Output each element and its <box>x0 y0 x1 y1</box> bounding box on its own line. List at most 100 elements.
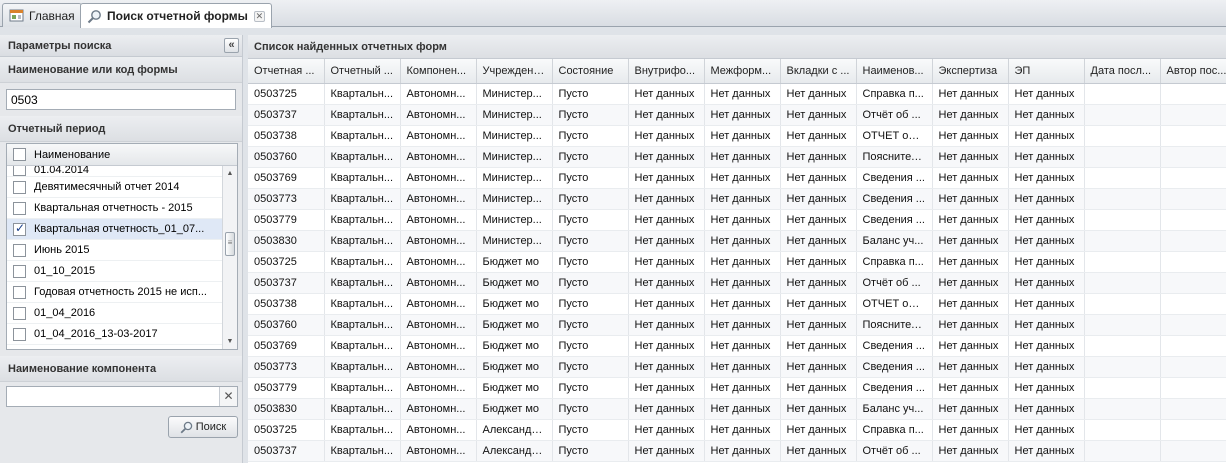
form-name-field[interactable] <box>6 89 236 110</box>
table-row[interactable]: 0503737 Квартальн... Автономн... Министер..… <box>248 104 1226 126</box>
period-item[interactable]: 01.04.2014 <box>7 166 224 177</box>
table-row[interactable]: 0503738 Квартальн... Автономн... Бюджет мо П… <box>248 293 1226 315</box>
table-cell: ОТЧЕТ об ... <box>856 293 933 315</box>
table-cell: Министер... <box>476 146 553 168</box>
form-name-input[interactable] <box>11 92 231 107</box>
table-cell: Квартальн... <box>324 272 401 294</box>
column-header[interactable]: Учреждение <box>476 59 553 84</box>
component-input[interactable] <box>11 389 211 404</box>
scroll-thumb[interactable]: ≡ <box>225 232 235 256</box>
period-checkbox[interactable] <box>13 285 26 299</box>
close-icon[interactable]: ✕ <box>253 10 265 22</box>
table-row[interactable]: 0503725 Квартальн... Автономн... Александр.… <box>248 419 1226 441</box>
period-item[interactable]: Годовая отчетность 2015 не исп... <box>7 282 224 303</box>
table-cell: Нет данных <box>704 251 781 273</box>
period-checkbox[interactable] <box>13 327 26 341</box>
table-cell: Нет данных <box>1008 104 1085 126</box>
table-cell <box>1084 251 1161 273</box>
table-cell: 0503830 <box>248 230 325 252</box>
table-cell: Нет данных <box>780 146 857 168</box>
tab-home[interactable]: Главная <box>2 3 82 27</box>
table-row[interactable]: 0503725 Квартальн... Автономн... Бюджет мо П… <box>248 251 1226 273</box>
period-checkbox[interactable] <box>13 243 26 257</box>
component-field[interactable]: ✕ <box>6 386 238 407</box>
scroll-up-icon[interactable]: ▲ <box>223 166 237 181</box>
period-item[interactable]: 01_04_2016_13-03-2017 <box>7 324 224 345</box>
table-cell: Нет данных <box>1008 146 1085 168</box>
table-cell: Нет данных <box>704 104 781 126</box>
column-header[interactable]: Межформ... <box>704 59 781 84</box>
table-cell: Сведения ... <box>856 167 933 189</box>
period-checkbox[interactable] <box>13 201 26 215</box>
table-cell <box>1160 314 1226 336</box>
column-header[interactable]: Наименов... <box>856 59 933 84</box>
period-column-header[interactable]: Наименование <box>34 149 110 161</box>
column-header[interactable]: Состояние <box>552 59 629 84</box>
table-cell: Нет данных <box>704 293 781 315</box>
table-cell: Автономн... <box>400 398 477 420</box>
search-button[interactable]: Поиск <box>168 416 238 438</box>
table-cell: Автономн... <box>400 440 477 462</box>
column-header[interactable]: Экспертиза <box>932 59 1009 84</box>
table-cell: Квартальн... <box>324 377 401 399</box>
column-header[interactable]: Внутрифо... <box>628 59 705 84</box>
column-header[interactable]: Дата посл... <box>1084 59 1161 84</box>
period-label: Девятимесячный отчет 2014 <box>34 181 180 193</box>
table-row[interactable]: 0503773 Квартальн... Автономн... Министер..… <box>248 188 1226 210</box>
period-item[interactable]: Июнь 2015 <box>7 240 224 261</box>
column-header[interactable]: Отчетная ... <box>248 59 325 84</box>
period-checkbox[interactable] <box>13 306 26 320</box>
tab-report-search[interactable]: Поиск отчетной формы ✕ <box>80 3 272 28</box>
table-row[interactable]: 0503737 Квартальн... Автономн... Александр.… <box>248 440 1226 462</box>
select-all-checkbox[interactable] <box>13 148 26 161</box>
table-cell <box>1084 272 1161 294</box>
table-cell <box>1160 83 1226 105</box>
table-row[interactable]: 0503769 Квартальн... Автономн... Министер..… <box>248 167 1226 189</box>
period-item[interactable]: 01_04_2016 <box>7 303 224 324</box>
period-checkbox[interactable] <box>13 221 26 236</box>
table-row[interactable]: 0503737 Квартальн... Автономн... Бюджет мо П… <box>248 272 1226 294</box>
column-header[interactable]: Автор пос... <box>1160 59 1226 84</box>
table-cell: Нет данных <box>628 188 705 210</box>
table-cell: Нет данных <box>704 314 781 336</box>
table-cell: Нет данных <box>628 146 705 168</box>
period-label: Квартальная отчетность - 2015 <box>34 202 193 214</box>
column-header[interactable]: Компонен... <box>400 59 477 84</box>
period-item[interactable]: Квартальная отчетность - 2015 <box>7 198 224 219</box>
table-cell: Нет данных <box>932 440 1009 462</box>
table-cell: Квартальн... <box>324 356 401 378</box>
period-checkbox[interactable] <box>13 166 26 176</box>
period-checkbox[interactable] <box>13 180 26 194</box>
table-cell: Автономн... <box>400 293 477 315</box>
scroll-down-icon[interactable]: ▼ <box>223 334 237 349</box>
period-label: 01_10_2015 <box>34 265 96 277</box>
table-cell: 0503760 <box>248 314 325 336</box>
period-item[interactable]: Квартальная отчетность_01_07... <box>7 219 224 240</box>
table-cell: Нет данных <box>1008 125 1085 147</box>
table-cell: 0503773 <box>248 356 325 378</box>
table-row[interactable]: 0503760 Квартальн... Автономн... Бюджет мо П… <box>248 314 1226 336</box>
table-cell <box>1084 335 1161 357</box>
table-row[interactable]: 0503773 Квартальн... Автономн... Бюджет мо П… <box>248 356 1226 378</box>
table-cell: 0503779 <box>248 377 325 399</box>
table-row[interactable]: 0503779 Квартальн... Автономн... Бюджет мо П… <box>248 377 1226 399</box>
table-row[interactable]: 0503738 Квартальн... Автономн... Министер..… <box>248 125 1226 147</box>
column-header[interactable]: Отчетный ... <box>324 59 401 84</box>
table-row[interactable]: 0503725 Квартальн... Автономн... Министер..… <box>248 83 1226 105</box>
table-row[interactable]: 0503760 Квартальн... Автономн... Министер..… <box>248 146 1226 168</box>
period-label: Годовая отчетность 2015 не исп... <box>34 286 207 298</box>
period-item[interactable]: Девятимесячный отчет 2014 <box>7 177 224 198</box>
period-scrollbar[interactable]: ▲ ≡ ▼ <box>222 166 237 349</box>
table-cell: Министер... <box>476 167 553 189</box>
table-row[interactable]: 0503830 Квартальн... Автономн... Министер..… <box>248 230 1226 252</box>
period-checkbox[interactable] <box>13 264 26 278</box>
collapse-left-icon[interactable]: « <box>224 38 239 53</box>
clear-icon[interactable]: ✕ <box>219 387 237 406</box>
column-header[interactable]: Вкладки с ... <box>780 59 857 84</box>
table-row[interactable]: 0503769 Квартальн... Автономн... Бюджет мо П… <box>248 335 1226 357</box>
table-row[interactable]: 0503779 Квартальн... Автономн... Министер..… <box>248 209 1226 231</box>
column-header[interactable]: ЭП <box>1008 59 1085 84</box>
table-row[interactable]: 0503830 Квартальн... Автономн... Бюджет мо П… <box>248 398 1226 420</box>
period-item[interactable]: 01_10_2015 <box>7 261 224 282</box>
table-cell: Нет данных <box>1008 230 1085 252</box>
